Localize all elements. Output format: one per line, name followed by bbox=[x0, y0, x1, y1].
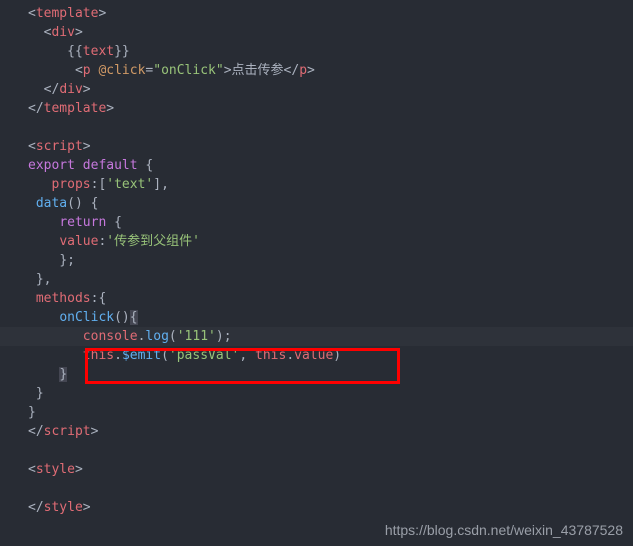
code-line: data() { bbox=[0, 194, 633, 213]
code-line: export default { bbox=[0, 156, 633, 175]
code-line: } bbox=[0, 365, 633, 384]
code-line: console.log('111'); bbox=[0, 327, 633, 346]
code-line: <p @click="onClick">点击传参</p> bbox=[0, 61, 633, 80]
code-line: this.$emit('passVal', this.value) bbox=[0, 346, 633, 365]
code-line: </template> bbox=[0, 99, 633, 118]
code-line: }, bbox=[0, 270, 633, 289]
code-line: </style> bbox=[0, 498, 633, 517]
code-line: } bbox=[0, 403, 633, 422]
code-line bbox=[0, 118, 633, 137]
code-line: methods:{ bbox=[0, 289, 633, 308]
code-line: return { bbox=[0, 213, 633, 232]
code-line: props:['text'], bbox=[0, 175, 633, 194]
code-editor[interactable]: <template> <div> {{text}} <p @click="onC… bbox=[0, 0, 633, 521]
code-line: </script> bbox=[0, 422, 633, 441]
code-line bbox=[0, 441, 633, 460]
code-line: <template> bbox=[0, 4, 633, 23]
code-line: } bbox=[0, 384, 633, 403]
watermark-text: https://blog.csdn.net/weixin_43787528 bbox=[385, 522, 623, 538]
code-line: <script> bbox=[0, 137, 633, 156]
code-line: {{text}} bbox=[0, 42, 633, 61]
code-line: <div> bbox=[0, 23, 633, 42]
code-line: </div> bbox=[0, 80, 633, 99]
code-line bbox=[0, 479, 633, 498]
code-line: <style> bbox=[0, 460, 633, 479]
code-line: value:'传参到父组件' bbox=[0, 232, 633, 251]
code-line: }; bbox=[0, 251, 633, 270]
code-line: onClick(){ bbox=[0, 308, 633, 327]
